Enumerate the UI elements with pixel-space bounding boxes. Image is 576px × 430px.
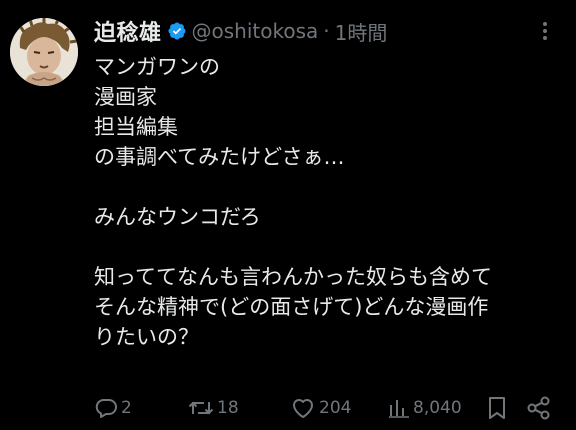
reply-icon [94, 396, 118, 420]
tweet-header: 迫稔雄 @oshitokosa · 1時間 [94, 14, 387, 48]
tweet: 迫稔雄 @oshitokosa · 1時間 マンガワンの 漫画家 担当編集 の事… [0, 0, 576, 430]
tweet-text-line: そんな精神で(どの面さげて)どんな漫画作 [94, 295, 489, 319]
share-icon [526, 396, 552, 420]
tweet-text: マンガワンの 漫画家 担当編集 の事調べてみたけどさぁ… みんなウンコだろ 知っ… [94, 52, 564, 352]
heart-icon [290, 396, 316, 420]
reply-count: 2 [121, 398, 132, 418]
tweet-text-line: 担当編集 [94, 115, 178, 139]
like-count: 204 [319, 398, 352, 418]
reply-button[interactable]: 2 [94, 394, 132, 422]
like-button[interactable]: 204 [290, 394, 351, 422]
handle[interactable]: @oshitokosa [192, 19, 319, 43]
repost-icon [188, 396, 214, 420]
bookmark-button[interactable] [486, 394, 508, 422]
tweet-text-line: の事調べてみたけどさぁ… [94, 145, 345, 169]
bookmark-icon [486, 396, 508, 420]
tweet-text-line: りたいの？ [94, 325, 199, 349]
tweet-text-line: 漫画家 [94, 85, 157, 109]
views-icon [388, 396, 410, 420]
views-button[interactable]: 8,040 [388, 394, 462, 422]
more-icon[interactable] [534, 20, 556, 42]
tweet-text-line: みんなウンコだろ [94, 205, 261, 229]
views-count: 8,040 [413, 398, 462, 418]
repost-button[interactable]: 18 [188, 394, 239, 422]
tweet-text-line: 知っててなんも言わんかった奴らも含めて [94, 265, 492, 289]
repost-count: 18 [217, 398, 239, 418]
display-name[interactable]: 迫稔雄 [94, 15, 162, 47]
separator-dot: · [323, 19, 330, 43]
action-bar: 2 18 204 8,040 [94, 394, 564, 422]
verified-badge-icon [167, 21, 187, 41]
tweet-text-line: マンガワンの [94, 55, 220, 79]
timestamp[interactable]: 1時間 [335, 17, 388, 46]
share-button[interactable] [526, 394, 552, 422]
avatar[interactable] [10, 18, 78, 86]
